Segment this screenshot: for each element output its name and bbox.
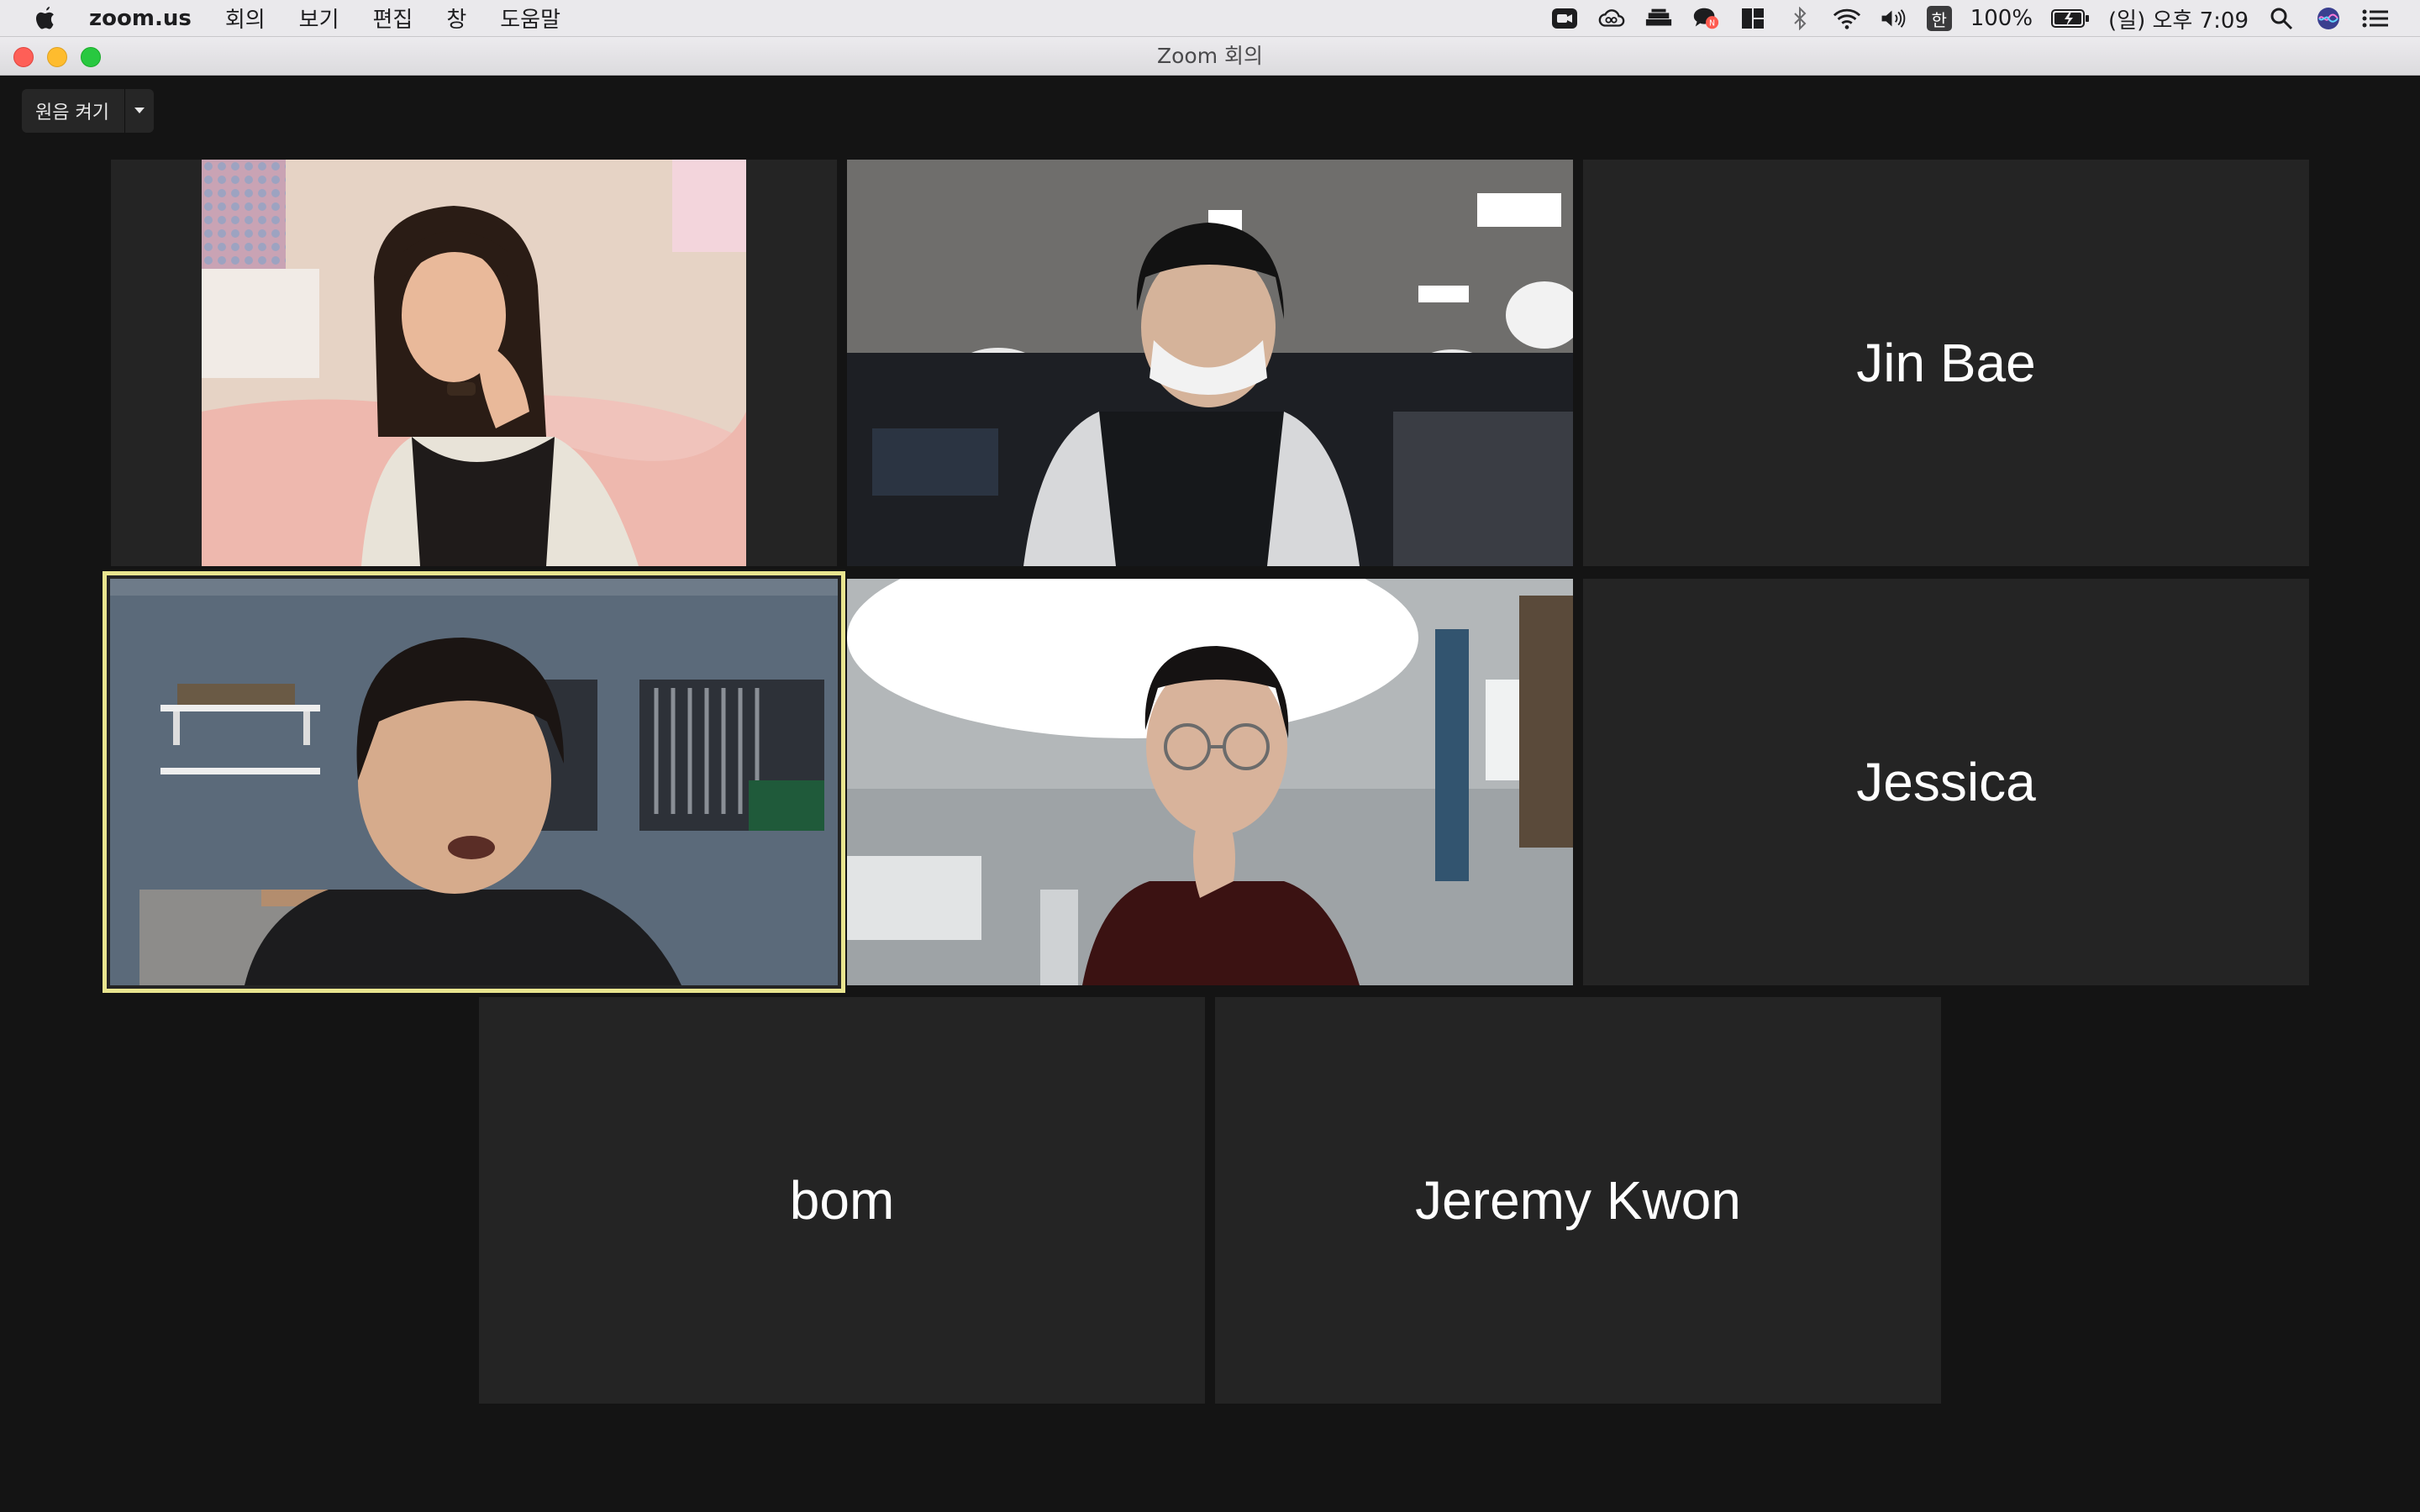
layout-icon[interactable] [1739,6,1767,31]
participant-tile-active-speaker[interactable] [103,571,845,993]
participant-video [110,579,838,985]
participant-video [202,160,746,566]
original-sound-control: 원음 켜기 [22,89,154,133]
svg-text:N: N [1709,19,1715,29]
search-icon[interactable] [2267,6,2296,31]
menu-help[interactable]: 도움말 [500,3,560,34]
participant-name: Jeremy Kwon [1415,1170,1741,1231]
zoom-camera-icon[interactable] [1550,6,1579,31]
participant-tile[interactable]: Jeremy Kwon [1215,997,1941,1404]
participant-tile[interactable]: Jin Bae [1583,160,2309,566]
chevron-down-icon[interactable] [124,89,154,133]
participant-name: bom [789,1170,895,1231]
window-title: Zoom 회의 [1156,44,1264,68]
battery-percentage[interactable]: 100% [1970,6,2033,31]
participant-name: Jin Bae [1856,333,2036,393]
participant-video [847,579,1573,985]
menu-clock[interactable]: (일) 오후 7:09 [2108,3,2249,34]
siri-icon[interactable] [2314,6,2343,31]
participant-tile[interactable] [847,160,1573,566]
menu-bar: zoom.us 회의 보기 편집 창 도움말 N 한 100% (일) 오후 7… [0,0,2420,37]
stack-icon[interactable] [1644,6,1673,31]
control-center-icon[interactable] [2361,6,2390,31]
participant-tile[interactable] [111,160,837,566]
volume-icon[interactable] [1880,6,1908,31]
input-method-indicator[interactable]: 한 [1926,6,1952,31]
wifi-icon[interactable] [1833,6,1861,31]
participant-tile[interactable]: bom [479,997,1205,1404]
participant-video [847,160,1573,566]
menu-view[interactable]: 보기 [299,3,339,34]
menu-edit[interactable]: 편집 [373,3,413,34]
menu-app-name[interactable]: zoom.us [89,6,192,31]
participant-name: Jessica [1856,752,2036,812]
participant-tile[interactable] [847,579,1573,985]
participant-tile[interactable]: Jessica [1583,579,2309,985]
original-sound-button[interactable]: 원음 켜기 [22,89,124,133]
apple-logo-icon[interactable] [34,4,59,33]
creative-cloud-icon[interactable] [1597,6,1626,31]
menu-window[interactable]: 창 [446,3,466,34]
window-title-bar: Zoom 회의 [0,37,2420,76]
battery-icon[interactable] [2051,6,2090,31]
bluetooth-icon[interactable] [1786,6,1814,31]
chat-notification-icon[interactable]: N [1691,6,1720,31]
menu-meeting[interactable]: 회의 [225,3,266,34]
